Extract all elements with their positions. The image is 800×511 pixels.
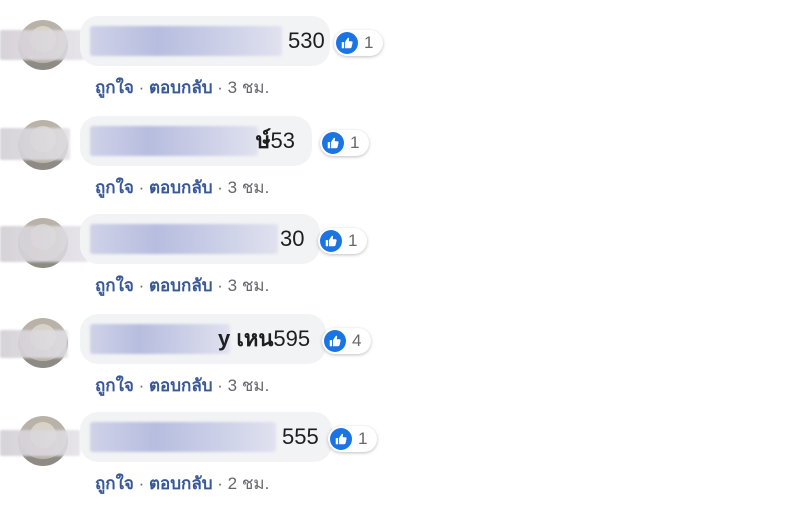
comment-item: ษ์53 1 ถูกใจ · ตอบกลับ · 3 ชม. [0, 116, 800, 214]
reaction-count: 1 [364, 33, 374, 52]
thumbs-up-icon [320, 230, 342, 252]
redaction-blur [0, 330, 68, 358]
comment-body: 53 [270, 128, 295, 153]
commenter-name[interactable]: y เหน [218, 326, 273, 351]
reply-link[interactable]: ตอบกลับ [149, 376, 213, 395]
redaction-blur [0, 128, 70, 160]
comment-item: y เหน595 4 ถูกใจ · ตอบกลับ · 3 ชม. [0, 314, 800, 412]
reaction-count: 1 [350, 133, 360, 152]
redaction-blur [0, 430, 80, 456]
comment-actions: ถูกใจ · ตอบกลับ · 3 ชม. [95, 174, 269, 201]
thumbs-up-icon [322, 132, 344, 154]
comment-text: 530 [288, 26, 325, 56]
timestamp[interactable]: 3 ชม. [228, 376, 270, 395]
reply-link[interactable]: ตอบกลับ [149, 276, 213, 295]
redaction-blur [0, 30, 84, 60]
comment-text: y เหน595 [218, 324, 310, 354]
reaction-count: 4 [352, 331, 362, 350]
separator: · [138, 474, 149, 493]
comment-item: 555 1 ถูกใจ · ตอบกลับ · 2 ชม. [0, 412, 800, 510]
redacted-name [90, 422, 276, 452]
redacted-name [90, 26, 282, 56]
commenter-name[interactable]: ษ์ [256, 128, 271, 153]
comment-body: 595 [273, 326, 311, 351]
like-link[interactable]: ถูกใจ [95, 474, 134, 493]
timestamp[interactable]: 2 ชม. [228, 474, 270, 493]
redacted-name [90, 224, 278, 254]
thumbs-up-icon [324, 330, 346, 352]
reaction-badge[interactable]: 1 [334, 30, 384, 56]
reaction-count: 1 [348, 231, 358, 250]
separator: · [217, 474, 228, 493]
separator: · [138, 376, 149, 395]
separator: · [217, 376, 228, 395]
reaction-badge[interactable]: 1 [320, 130, 370, 156]
redacted-name [90, 324, 230, 354]
timestamp[interactable]: 3 ชม. [228, 78, 270, 97]
comment-actions: ถูกใจ · ตอบกลับ · 3 ชม. [95, 372, 269, 399]
reaction-badge[interactable]: 1 [328, 426, 378, 452]
comment-text: 555 [282, 422, 319, 452]
comment-body: 30 [280, 226, 305, 251]
comment-body: 555 [282, 424, 319, 449]
timestamp[interactable]: 3 ชม. [228, 276, 270, 295]
thumbs-up-icon [336, 32, 358, 54]
like-link[interactable]: ถูกใจ [95, 276, 134, 295]
separator: · [138, 276, 149, 295]
comment-actions: ถูกใจ · ตอบกลับ · 3 ชม. [95, 272, 269, 299]
separator: · [217, 178, 228, 197]
reply-link[interactable]: ตอบกลับ [149, 474, 213, 493]
redacted-name [90, 126, 258, 156]
like-link[interactable]: ถูกใจ [95, 376, 134, 395]
like-link[interactable]: ถูกใจ [95, 78, 134, 97]
redaction-blur [0, 226, 88, 262]
separator: · [217, 78, 228, 97]
timestamp[interactable]: 3 ชม. [228, 178, 270, 197]
comment-actions: ถูกใจ · ตอบกลับ · 2 ชม. [95, 470, 269, 497]
separator: · [138, 178, 149, 197]
comment-item: 530 1 ถูกใจ · ตอบกลับ · 3 ชม. [0, 16, 800, 114]
thumbs-up-icon [330, 428, 352, 450]
comment-actions: ถูกใจ · ตอบกลับ · 3 ชม. [95, 74, 269, 101]
reaction-badge[interactable]: 4 [322, 328, 372, 354]
like-link[interactable]: ถูกใจ [95, 178, 134, 197]
comment-text: 30 [280, 224, 304, 254]
reaction-badge[interactable]: 1 [318, 228, 368, 254]
reply-link[interactable]: ตอบกลับ [149, 178, 213, 197]
reply-link[interactable]: ตอบกลับ [149, 78, 213, 97]
reaction-count: 1 [358, 429, 368, 448]
separator: · [217, 276, 228, 295]
comment-body: 530 [288, 28, 325, 53]
comment-text: ษ์53 [256, 126, 295, 156]
comment-item: 30 1 ถูกใจ · ตอบกลับ · 3 ชม. [0, 214, 800, 312]
separator: · [138, 78, 149, 97]
